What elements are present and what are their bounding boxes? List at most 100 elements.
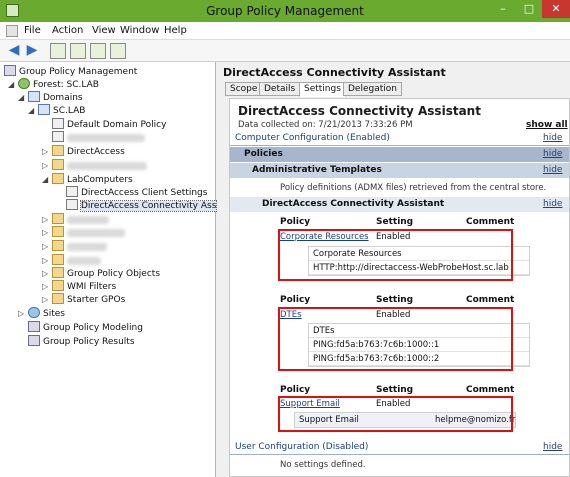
forest-icon [18, 78, 30, 89]
ou-icon [52, 226, 64, 237]
menu-window[interactable]: Window [120, 25, 159, 36]
tree-gp-results[interactable]: Group Policy Results [28, 335, 135, 347]
expand-icon[interactable]: ◢ [28, 106, 38, 115]
col-setting: Setting [376, 295, 414, 305]
tree-root[interactable]: Group Policy Management [4, 65, 137, 77]
dca-section-label: DirectAccess Connectivity Assistant [262, 199, 445, 209]
redacted-label [67, 256, 101, 265]
collapsed-icon[interactable]: ▷ [42, 282, 52, 291]
tree-domain-sclab[interactable]: ◢ SC.LAB [28, 104, 85, 116]
hide-link[interactable]: hide [543, 149, 562, 159]
tab-delegation[interactable]: Delegation [343, 82, 402, 96]
col-comment: Comment [466, 385, 515, 395]
dca-section-header: DirectAccess Connectivity Assistant hide [230, 197, 569, 212]
sites-icon [28, 307, 40, 318]
tree-gp-modeling[interactable]: Group Policy Modeling [28, 321, 143, 333]
close-button[interactable]: ✕ [542, 0, 570, 18]
hide-link[interactable]: hide [543, 442, 562, 452]
hide-link[interactable]: hide [543, 199, 562, 209]
hide-link[interactable]: hide [543, 165, 562, 175]
title-bar: Group Policy Management – □ ✕ [0, 0, 570, 22]
domains-icon [28, 91, 40, 102]
collapsed-icon[interactable]: ▷ [42, 269, 52, 278]
modeling-icon [28, 321, 40, 332]
tree-domains[interactable]: ◢ Domains [18, 91, 83, 103]
menu-view[interactable]: View [92, 25, 116, 36]
policy-definitions-note: Policy definitions (ADMX files) retrieve… [280, 183, 547, 193]
collapsed-icon[interactable]: ▷ [42, 215, 52, 224]
report-title: DirectAccess Connectivity Assistant [238, 104, 481, 118]
toolbar: ◀ ▶ [0, 40, 570, 62]
back-arrow-icon[interactable]: ◀ [6, 43, 22, 59]
collapsed-icon[interactable]: ▷ [42, 295, 52, 304]
tree-sites[interactable]: ▷ Sites [18, 307, 65, 319]
tab-details[interactable]: Details [259, 82, 301, 96]
tree-default-policy[interactable]: Default Domain Policy [52, 118, 166, 130]
up-folder-icon[interactable] [50, 43, 66, 59]
menu-help[interactable]: Help [164, 25, 187, 36]
col-setting: Setting [376, 385, 414, 395]
tree-gpo-objects[interactable]: ▷ Group Policy Objects [42, 267, 160, 279]
tree-blurred-item: ▷ [42, 213, 109, 225]
forward-arrow-icon[interactable]: ▶ [24, 43, 40, 59]
pane-title: DirectAccess Connectivity Assistant [223, 66, 446, 79]
show-hide-tree-icon[interactable] [70, 43, 86, 59]
menu-file[interactable]: File [24, 25, 41, 36]
tree-blurred-item: ▷ [42, 254, 101, 266]
collapsed-icon[interactable]: ▷ [42, 147, 52, 156]
policies-label: Policies [244, 149, 283, 159]
tree-starter-gpos[interactable]: ▷ Starter GPOs [42, 293, 125, 305]
tab-scope[interactable]: Scope [225, 82, 263, 96]
refresh-icon[interactable] [90, 43, 106, 59]
show-all-link[interactable]: show all [526, 120, 568, 130]
gpo-link-icon [52, 118, 64, 129]
console-icon [6, 25, 18, 37]
minimize-button[interactable]: – [490, 0, 516, 18]
folder-icon [52, 293, 64, 304]
console-tree: Group Policy Management ◢ Forest: SC.LAB … [0, 62, 218, 477]
gpo-link-icon [66, 199, 78, 210]
menu-action[interactable]: Action [52, 25, 83, 36]
tree-blurred-item [52, 131, 145, 143]
tab-settings[interactable]: Settings [299, 82, 346, 97]
hide-link[interactable]: hide [543, 133, 562, 143]
gpo-link-icon [52, 131, 64, 142]
tree-da-connectivity-assistant[interactable]: DirectAccess Connectivity Ass [66, 199, 218, 212]
redacted-label [67, 228, 125, 237]
tree-blurred-item: ▷ [42, 226, 125, 238]
ou-icon [52, 145, 64, 156]
collapsed-icon[interactable]: ▷ [42, 242, 52, 251]
redacted-label [67, 133, 145, 142]
col-policy: Policy [280, 217, 311, 227]
tree-wmi-filters[interactable]: ▷ WMI Filters [42, 280, 116, 292]
collapsed-icon[interactable]: ▷ [18, 309, 28, 318]
tree-labcomputers[interactable]: ◢ LabComputers [42, 173, 133, 185]
expand-icon[interactable]: ◢ [18, 93, 28, 102]
gpo-link-icon [66, 186, 78, 197]
tree-da-client-settings[interactable]: DirectAccess Client Settings [66, 186, 207, 198]
redacted-label [67, 215, 109, 224]
col-setting: Setting [376, 217, 414, 227]
tree-directaccess[interactable]: ▷ DirectAccess [42, 145, 125, 157]
ou-icon [52, 159, 64, 170]
maximize-button[interactable]: □ [516, 0, 542, 18]
settings-report: DirectAccess Connectivity Assistant Data… [229, 98, 570, 477]
domain-icon [38, 104, 50, 115]
details-pane: DirectAccess Connectivity Assistant Scop… [219, 62, 570, 477]
ou-icon [52, 173, 64, 184]
highlight-box [278, 396, 513, 432]
expand-icon[interactable]: ◢ [8, 80, 18, 89]
collapsed-icon[interactable]: ▷ [42, 228, 52, 237]
col-policy: Policy [280, 385, 311, 395]
collapsed-icon[interactable]: ▷ [42, 256, 52, 265]
ou-icon [52, 213, 64, 224]
collapsed-icon[interactable]: ▷ [42, 161, 52, 170]
tree-blurred-item: ▷ [42, 240, 107, 252]
highlight-box [278, 229, 513, 281]
tree-forest[interactable]: ◢ Forest: SC.LAB [8, 78, 99, 90]
redacted-label [67, 242, 107, 251]
expand-icon[interactable]: ◢ [42, 175, 52, 184]
computer-config-label: Computer Configuration (Enabled) [235, 133, 390, 143]
help-icon[interactable] [110, 43, 126, 59]
folder-icon [52, 267, 64, 278]
